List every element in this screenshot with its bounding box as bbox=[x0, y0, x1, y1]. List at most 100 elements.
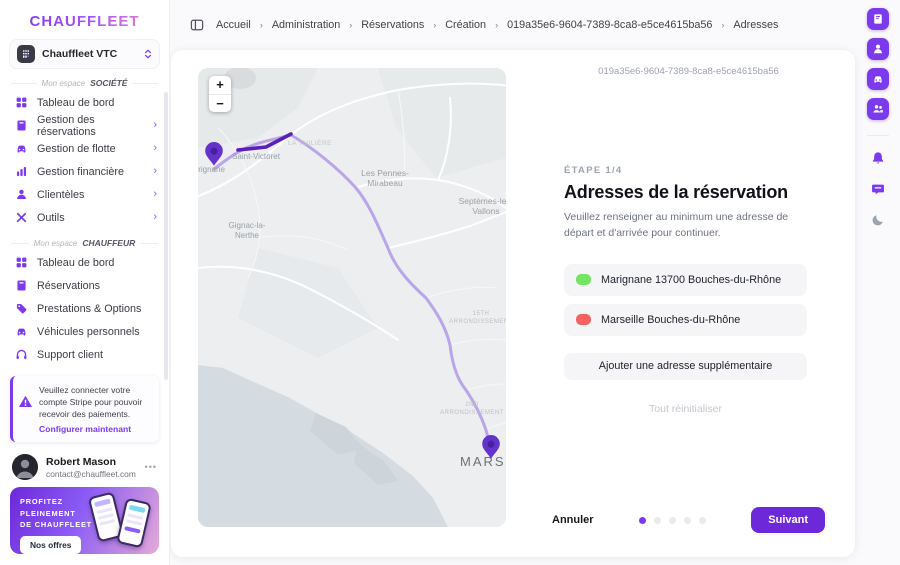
chevron-right-icon: › bbox=[153, 212, 157, 223]
breadcrumb: Accueil › Administration › Réservations … bbox=[216, 19, 778, 31]
sidebar-item-label: Véhicules personnels bbox=[37, 326, 140, 338]
sidebar-item-label: Réservations bbox=[37, 280, 100, 292]
sidebar-item-gestion-flotte[interactable]: Gestion de flotte › bbox=[0, 137, 169, 160]
sidebar-item-vehicules-personnels[interactable]: Véhicules personnels bbox=[0, 320, 169, 343]
map-label-saint-victoret: Saint-Victoret bbox=[232, 152, 281, 161]
breadcrumb-reservations[interactable]: Réservations bbox=[361, 19, 424, 31]
notifications-button[interactable] bbox=[867, 147, 889, 169]
person-icon bbox=[872, 43, 884, 55]
headset-icon bbox=[15, 348, 28, 361]
section-prefix: Mon espace bbox=[42, 79, 86, 88]
user-email: contact@chauffleet.com bbox=[46, 469, 136, 479]
chevron-right-icon: › bbox=[153, 166, 157, 177]
sidebar-item-label: Prestations & Options bbox=[37, 303, 141, 315]
workspace-building-icon bbox=[17, 45, 35, 63]
breadcrumb-accueil[interactable]: Accueil bbox=[216, 19, 251, 31]
map-label-marignane: Marignane bbox=[198, 165, 225, 174]
reset-all-link[interactable]: Tout réinitialiser bbox=[564, 403, 807, 415]
progress-dot bbox=[654, 517, 661, 524]
sidebar-item-label: Support client bbox=[37, 349, 103, 361]
address-row-dropoff[interactable]: Marseille Bouches-du-Rhône bbox=[564, 304, 807, 336]
bar-chart-icon bbox=[15, 165, 28, 178]
tag-icon bbox=[15, 302, 28, 315]
sidebar: CHAUFFLEET Chauffleet VTC Mon espace SOC… bbox=[0, 0, 170, 565]
dark-mode-toggle[interactable] bbox=[867, 209, 889, 231]
rail-drivers-button[interactable] bbox=[867, 98, 889, 120]
sidebar-item-tableau-de-bord-chauffeur[interactable]: Tableau de bord bbox=[0, 251, 169, 274]
breadcrumb-adresses[interactable]: Adresses bbox=[733, 19, 778, 31]
bookings-icon bbox=[15, 119, 28, 132]
pickup-marker-icon bbox=[576, 274, 591, 285]
cancel-button[interactable]: Annuler bbox=[552, 514, 594, 526]
progress-dot bbox=[639, 517, 646, 524]
address-row-pickup[interactable]: Marignane 13700 Bouches-du-Rhône bbox=[564, 264, 807, 296]
sidebar-item-outils[interactable]: Outils › bbox=[0, 206, 169, 229]
main-area: Accueil › Administration › Réservations … bbox=[170, 0, 855, 565]
sidebar-item-gestion-reservations[interactable]: Gestion des réservations › bbox=[0, 114, 169, 137]
bell-icon bbox=[871, 151, 885, 165]
chevron-right-icon: › bbox=[153, 120, 157, 131]
dropoff-address-label: Marseille Bouches-du-Rhône bbox=[601, 314, 740, 326]
map-label-septemes: Vallons bbox=[472, 206, 499, 216]
dashboard-grid-icon bbox=[15, 96, 28, 109]
sidebar-item-gestion-financiere[interactable]: Gestion financière › bbox=[0, 160, 169, 183]
route-map[interactable]: Marignane Saint-Victoret LA TUILIÈRE Les… bbox=[198, 68, 506, 527]
rail-divider bbox=[867, 135, 889, 136]
sidebar-item-support-client[interactable]: Support client bbox=[0, 343, 169, 366]
progress-dots bbox=[594, 517, 752, 524]
sidebar-item-clienteles[interactable]: Clientèles › bbox=[0, 183, 169, 206]
user-name: Robert Mason bbox=[46, 456, 136, 468]
next-button[interactable]: Suivant bbox=[751, 507, 825, 533]
map-label-la-tuiliere: LA TUILIÈRE bbox=[288, 138, 332, 147]
breadcrumb-reservation-id[interactable]: 019a35e6-9604-7389-8ca8-e5ce4615ba56 bbox=[507, 19, 712, 31]
chevron-right-icon: › bbox=[153, 189, 157, 200]
stripe-configure-link[interactable]: Configurer maintenant bbox=[39, 424, 152, 434]
map-canvas: Marignane Saint-Victoret LA TUILIÈRE Les… bbox=[198, 68, 506, 527]
map-label-septemes: Septèmes-les- bbox=[459, 196, 506, 206]
user-menu-dots-icon[interactable]: ••• bbox=[145, 462, 157, 472]
workspace-name: Chauffleet VTC bbox=[42, 48, 137, 60]
pickup-address-label: Marignane 13700 Bouches-du-Rhône bbox=[601, 274, 781, 286]
chat-message-icon bbox=[871, 182, 885, 196]
promo-offers-button[interactable]: Nos offres bbox=[20, 536, 81, 554]
zoom-out-button[interactable]: − bbox=[209, 94, 231, 112]
sidebar-item-label: Tableau de bord bbox=[37, 97, 114, 109]
chat-button[interactable] bbox=[867, 178, 889, 200]
add-address-button[interactable]: Ajouter une adresse supplémentaire bbox=[564, 353, 807, 380]
avatar bbox=[12, 454, 38, 480]
breadcrumb-separator: › bbox=[260, 20, 263, 30]
breadcrumb-bar: Accueil › Administration › Réservations … bbox=[170, 0, 855, 50]
workspace-selector[interactable]: Chauffleet VTC bbox=[9, 39, 160, 69]
step-description: Veuillez renseigner au minimum une adres… bbox=[564, 210, 807, 242]
map-label-gignac: Nerthe bbox=[235, 231, 260, 240]
car-icon bbox=[15, 325, 28, 338]
breadcrumb-administration[interactable]: Administration bbox=[272, 19, 340, 31]
breadcrumb-creation[interactable]: Création bbox=[445, 19, 486, 31]
section-label: CHAUFFEUR bbox=[82, 238, 135, 248]
people-group-icon bbox=[872, 103, 884, 115]
map-label-2nd-arrondissement: ARRONDISSEMENT bbox=[440, 410, 504, 416]
sidebar-scrollbar[interactable] bbox=[164, 92, 168, 380]
rail-clients-button[interactable] bbox=[867, 38, 889, 60]
sidebar-item-label: Tableau de bord bbox=[37, 257, 114, 269]
map-label-gignac: Gignac-la- bbox=[229, 221, 266, 230]
map-label-2nd-arrondissement: 2ND bbox=[465, 402, 479, 408]
sidebar-item-reservations[interactable]: Réservations bbox=[0, 274, 169, 297]
stripe-warning-message: Veuillez connecter votre compte Stripe p… bbox=[39, 384, 152, 420]
sidebar-toggle-icon[interactable] bbox=[190, 18, 204, 32]
progress-dot bbox=[669, 517, 676, 524]
user-profile[interactable]: Robert Mason contact@chauffleet.com ••• bbox=[12, 454, 157, 480]
app-logo[interactable]: CHAUFFLEET bbox=[0, 13, 169, 30]
step-indicator: ÉTAPE 1/4 bbox=[564, 165, 807, 176]
progress-dot bbox=[684, 517, 691, 524]
zoom-in-button[interactable]: + bbox=[209, 76, 231, 94]
rail-fleet-button[interactable] bbox=[867, 68, 889, 90]
promo-card[interactable]: PROFITEZ PLEINEMENT DE CHAUFFLEET Nos of… bbox=[10, 487, 159, 554]
map-label-les-pennes: Mirabeau bbox=[367, 178, 403, 188]
sidebar-item-tableau-de-bord-societe[interactable]: Tableau de bord bbox=[0, 91, 169, 114]
bookings-icon bbox=[872, 13, 884, 25]
wizard-footer: Annuler Suivant bbox=[552, 507, 825, 533]
sidebar-item-prestations-options[interactable]: Prestations & Options bbox=[0, 297, 169, 320]
rail-reservations-button[interactable] bbox=[867, 8, 889, 30]
chevron-updown-icon bbox=[144, 49, 152, 59]
